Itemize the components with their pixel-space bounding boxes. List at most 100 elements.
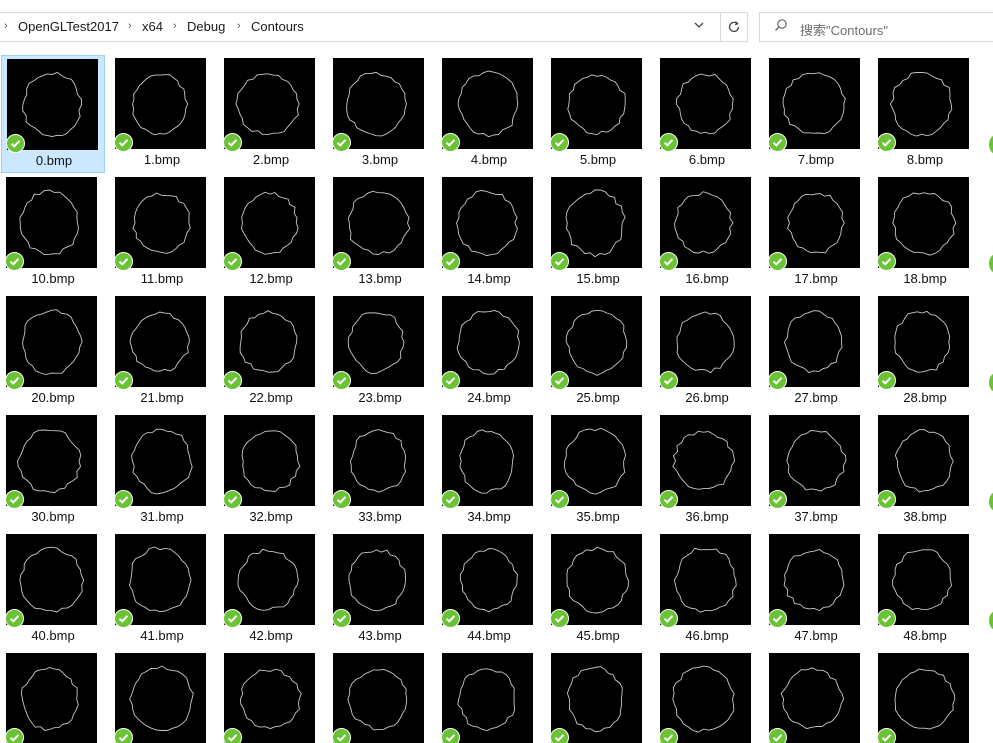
sync-ok-check-icon: [659, 371, 678, 390]
file-name-label: 11.bmp: [140, 271, 184, 286]
sync-ok-check-icon: [877, 609, 896, 628]
file-name-label: 25.bmp: [576, 390, 620, 405]
file-name-label: 16.bmp: [685, 271, 729, 286]
file-tile[interactable]: 41.bmp: [110, 531, 214, 649]
file-tile[interactable]: 14.bmp: [437, 174, 541, 292]
breadcrumb-chevron-icon[interactable]: ›: [237, 20, 241, 32]
sync-ok-check-icon: [659, 728, 678, 743]
search-box[interactable]: 搜索"Contours": [759, 12, 993, 42]
sync-ok-check-icon: [332, 133, 351, 152]
file-tile[interactable]: 30.bmp: [1, 412, 105, 530]
file-tile[interactable]: 32.bmp: [219, 412, 323, 530]
address-bar[interactable]: › OpenGLTest2017 › x64 › Debug › Contour…: [0, 12, 720, 42]
file-name-label: 46.bmp: [685, 628, 729, 643]
file-grid: 0.bmp 1.bmp 2.bmp 3.bmp 4.bmp 5.bmp 6.bmp 7.bmp…: [0, 52, 993, 743]
sync-ok-check-icon: [768, 133, 787, 152]
file-tile[interactable]: [546, 650, 650, 743]
refresh-button[interactable]: [720, 12, 748, 42]
sync-ok-check-icon: [877, 490, 896, 509]
file-tile[interactable]: [764, 650, 868, 743]
file-tile[interactable]: [655, 650, 759, 743]
file-name-label: 31.bmp: [140, 509, 184, 524]
chevron-down-icon[interactable]: [694, 20, 704, 33]
file-name-label: 27.bmp: [794, 390, 838, 405]
sync-ok-check-icon: [659, 609, 678, 628]
file-tile[interactable]: 47.bmp: [764, 531, 868, 649]
file-name-label: 45.bmp: [576, 628, 620, 643]
file-name-label: 23.bmp: [358, 390, 402, 405]
file-tile[interactable]: 31.bmp: [110, 412, 214, 530]
file-tile[interactable]: 22.bmp: [219, 293, 323, 411]
file-tile[interactable]: 33.bmp: [328, 412, 432, 530]
sync-ok-check-icon: [550, 252, 569, 271]
file-name-label: 22.bmp: [249, 390, 293, 405]
file-tile[interactable]: [328, 650, 432, 743]
file-name-label: 48.bmp: [903, 628, 947, 643]
file-tile[interactable]: 8.bmp: [873, 55, 977, 173]
search-input[interactable]: 搜索"Contours": [800, 20, 888, 39]
file-tile[interactable]: [110, 650, 214, 743]
file-tile[interactable]: 44.bmp: [437, 531, 541, 649]
file-tile[interactable]: 16.bmp: [655, 174, 759, 292]
sync-ok-check-icon: [989, 611, 993, 630]
file-tile[interactable]: 34.bmp: [437, 412, 541, 530]
sync-ok-check-icon: [223, 490, 242, 509]
file-tile[interactable]: 17.bmp: [764, 174, 868, 292]
breadcrumb-chevron-icon[interactable]: ›: [128, 20, 132, 32]
file-tile[interactable]: 46.bmp: [655, 531, 759, 649]
file-tile[interactable]: 18.bmp: [873, 174, 977, 292]
file-name-label: 12.bmp: [249, 271, 293, 286]
sync-ok-check-icon: [441, 133, 460, 152]
file-tile[interactable]: 6.bmp: [655, 55, 759, 173]
file-tile[interactable]: 42.bmp: [219, 531, 323, 649]
sync-ok-check-icon: [114, 133, 133, 152]
sync-ok-check-icon: [659, 490, 678, 509]
file-tile[interactable]: 4.bmp: [437, 55, 541, 173]
file-name-label: 17.bmp: [794, 271, 838, 286]
file-tile[interactable]: 11.bmp: [110, 174, 214, 292]
sync-ok-check-icon: [768, 728, 787, 743]
sync-ok-check-icon: [659, 252, 678, 271]
file-tile[interactable]: 0.bmp: [1, 55, 105, 173]
file-tile[interactable]: 26.bmp: [655, 293, 759, 411]
file-tile[interactable]: 12.bmp: [219, 174, 323, 292]
file-tile[interactable]: 7.bmp: [764, 55, 868, 173]
file-tile[interactable]: 43.bmp: [328, 531, 432, 649]
file-tile[interactable]: 45.bmp: [546, 531, 650, 649]
breadcrumb-root-chevron-icon[interactable]: ›: [4, 20, 8, 32]
file-tile[interactable]: [873, 650, 977, 743]
breadcrumb-chevron-icon[interactable]: ›: [173, 20, 177, 32]
file-tile[interactable]: 28.bmp: [873, 293, 977, 411]
file-tile[interactable]: [437, 650, 541, 743]
file-tile[interactable]: [219, 650, 323, 743]
file-tile[interactable]: 40.bmp: [1, 531, 105, 649]
file-tile[interactable]: 24.bmp: [437, 293, 541, 411]
file-tile[interactable]: 10.bmp: [1, 174, 105, 292]
file-tile[interactable]: 48.bmp: [873, 531, 977, 649]
file-tile[interactable]: 35.bmp: [546, 412, 650, 530]
file-tile[interactable]: 20.bmp: [1, 293, 105, 411]
file-name-label: 13.bmp: [358, 271, 402, 286]
sync-ok-check-icon: [550, 490, 569, 509]
explorer-toolbar: › OpenGLTest2017 › x64 › Debug › Contour…: [0, 0, 993, 52]
breadcrumb-item-x64[interactable]: x64: [142, 19, 163, 34]
file-tile[interactable]: 1.bmp: [110, 55, 214, 173]
file-tile[interactable]: 3.bmp: [328, 55, 432, 173]
breadcrumb-item-debug[interactable]: Debug: [187, 19, 225, 34]
file-tile[interactable]: [1, 650, 105, 743]
sync-ok-check-icon: [989, 373, 993, 392]
file-name-label: 24.bmp: [467, 390, 511, 405]
file-tile[interactable]: 25.bmp: [546, 293, 650, 411]
breadcrumb-item-opengltest2017[interactable]: OpenGLTest2017: [18, 19, 119, 34]
breadcrumb-item-contours[interactable]: Contours: [251, 19, 304, 34]
file-tile[interactable]: 27.bmp: [764, 293, 868, 411]
file-tile[interactable]: 2.bmp: [219, 55, 323, 173]
file-tile[interactable]: 5.bmp: [546, 55, 650, 173]
file-tile[interactable]: 15.bmp: [546, 174, 650, 292]
file-tile[interactable]: 38.bmp: [873, 412, 977, 530]
file-tile[interactable]: 21.bmp: [110, 293, 214, 411]
file-tile[interactable]: 37.bmp: [764, 412, 868, 530]
file-tile[interactable]: 36.bmp: [655, 412, 759, 530]
file-tile[interactable]: 13.bmp: [328, 174, 432, 292]
file-tile[interactable]: 23.bmp: [328, 293, 432, 411]
